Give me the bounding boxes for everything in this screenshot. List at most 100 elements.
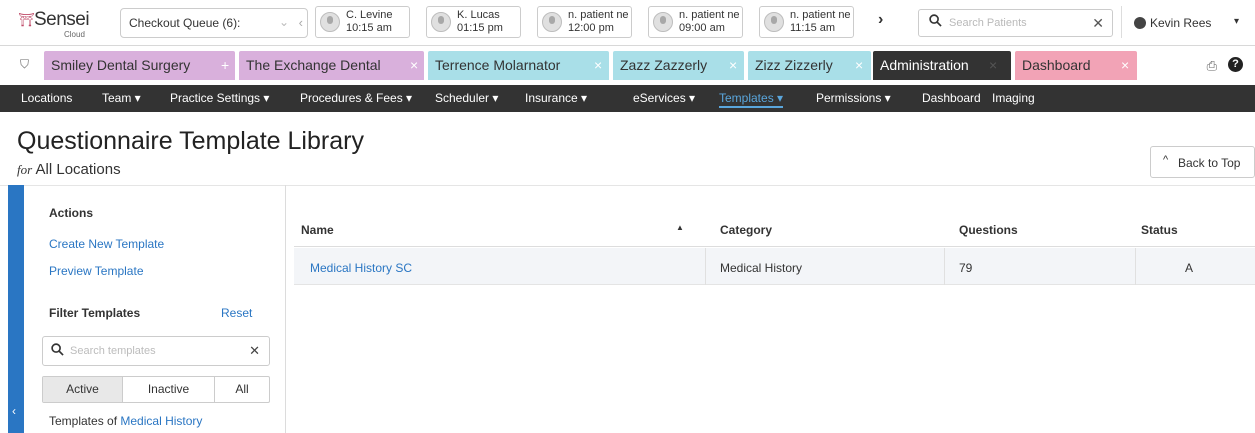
tab-close-icon[interactable]: × (729, 51, 737, 79)
chevron-right-icon[interactable]: › (878, 11, 883, 29)
user-name: Kevin Rees (1150, 16, 1212, 30)
table-header: Name ▲ Category Questions Status (294, 211, 1255, 247)
queue-patient-card[interactable]: n. patient ne 09:00 am (648, 6, 743, 38)
chevron-up-icon: ^ (1163, 154, 1169, 166)
nav-item-scheduler[interactable]: Scheduler ▾ (435, 91, 498, 105)
column-header-questions[interactable]: Questions (959, 223, 1018, 237)
search-icon (929, 14, 942, 27)
tab-administration[interactable]: Administration × (873, 51, 1011, 80)
nav-item-team[interactable]: Team ▾ (102, 91, 141, 105)
nav-item-dashboard[interactable]: Dashboard (922, 91, 981, 105)
table-row[interactable]: Medical History SC Medical History 79 A (294, 248, 1255, 285)
patient-time: 01:15 pm (457, 22, 503, 34)
patient-avatar-icon (764, 12, 784, 32)
queue-prev-arrow[interactable]: ‹ (299, 15, 303, 30)
filter-all-button[interactable]: All (215, 377, 269, 402)
checkout-queue-dropdown[interactable]: Checkout Queue (6): ⌄ ‹ (120, 8, 308, 38)
page-subtitle-for: for (17, 162, 33, 177)
user-menu[interactable]: Kevin Rees ▾ (1121, 6, 1255, 38)
tab-the-exchange-dental[interactable]: The Exchange Dental × (239, 51, 424, 80)
filter-active-button[interactable]: Active (43, 377, 123, 402)
nav-item-permissions[interactable]: Permissions ▾ (816, 91, 891, 105)
queue-patient-card[interactable]: n. patient ne 11:15 am (759, 6, 854, 38)
nav-item-locations[interactable]: Locations (21, 91, 72, 105)
patient-avatar-icon (320, 12, 340, 32)
help-icon[interactable]: ? (1228, 57, 1243, 72)
column-header-category[interactable]: Category (720, 223, 772, 237)
tab-label: The Exchange Dental (246, 57, 381, 73)
patient-name: n. patient ne (679, 9, 740, 21)
reset-filter-link[interactable]: Reset (221, 306, 252, 320)
printer-icon[interactable]: ⎙ (1207, 58, 1217, 74)
patient-avatar-icon (653, 12, 673, 32)
back-to-top-button[interactable]: ^ Back to Top (1150, 146, 1255, 178)
column-divider (944, 248, 945, 285)
template-search-input[interactable]: Search templates ✕ (42, 336, 270, 366)
checkout-queue-label: Checkout Queue (6): (129, 16, 241, 30)
template-name-link[interactable]: Medical History SC (310, 261, 412, 275)
nav-item-templates[interactable]: Templates ▾ (719, 91, 784, 108)
template-question-count: 79 (959, 261, 973, 275)
tab-smiley-dental-surgery[interactable]: Smiley Dental Surgery + (44, 51, 235, 80)
patient-search-input[interactable]: Search Patients ✕ (918, 9, 1113, 37)
patient-time: 10:15 am (346, 22, 392, 34)
column-divider (705, 248, 706, 285)
patient-time: 09:00 am (679, 22, 725, 34)
queue-patient-card[interactable]: K. Lucas 01:15 pm (426, 6, 521, 38)
patient-name: n. patient ne (568, 9, 629, 21)
tab-close-icon[interactable]: × (989, 51, 997, 79)
caret-down-icon: ▾ (1234, 16, 1240, 27)
queue-patient-card[interactable]: C. Levine 10:15 am (315, 6, 410, 38)
sensei-logo[interactable]: ⛩ Sensei Cloud (18, 8, 110, 40)
tab-close-icon[interactable]: × (855, 51, 863, 79)
patient-avatar-icon (542, 12, 562, 32)
nav-item-insurance[interactable]: Insurance ▾ (525, 91, 587, 105)
nav-item-practice-settings[interactable]: Practice Settings ▾ (170, 91, 269, 105)
tab-dashboard[interactable]: Dashboard × (1015, 51, 1137, 80)
queue-patient-card[interactable]: n. patient ne 12:00 pm (537, 6, 632, 38)
create-new-template-link[interactable]: Create New Template (49, 237, 164, 251)
preview-template-link[interactable]: Preview Template (49, 264, 144, 278)
chevron-down-icon: ⌄ (278, 15, 289, 29)
status-filter-segmented: Active Inactive All (42, 376, 270, 403)
tab-label: Administration (880, 57, 969, 73)
tab-label: Terrence Molarnator (435, 57, 561, 73)
patient-time: 11:15 am (790, 22, 836, 34)
column-header-status[interactable]: Status (1141, 223, 1178, 237)
filter-inactive-button[interactable]: Inactive (123, 377, 215, 402)
templates-of-label: Templates of (49, 414, 118, 428)
actions-heading: Actions (49, 206, 94, 220)
nav-item-procedures-fees[interactable]: Procedures & Fees ▾ (300, 91, 412, 105)
templates-of-category-link[interactable]: Medical History (120, 414, 202, 428)
sidebar-collapse-strip[interactable]: ‹ (8, 185, 24, 433)
patient-avatar-icon (431, 12, 451, 32)
nav-item-imaging[interactable]: Imaging (992, 91, 1035, 105)
tab-terrence-molarnator[interactable]: Terrence Molarnator × (428, 51, 609, 80)
column-header-name[interactable]: Name (301, 223, 334, 237)
tab-close-icon[interactable]: × (1121, 51, 1129, 79)
shield-icon: ⛉ (20, 57, 30, 71)
tab-close-icon[interactable]: × (594, 51, 602, 79)
back-to-top-label: Back to Top (1178, 156, 1241, 170)
tab-zazz-zazzerly[interactable]: Zazz Zazzerly × (613, 51, 744, 80)
patient-name: n. patient ne (790, 9, 851, 21)
tab-close-icon[interactable]: × (410, 51, 418, 79)
top-bar: ⛩ Sensei Cloud Checkout Queue (6): ⌄ ‹ C… (0, 0, 1255, 46)
column-divider (1135, 248, 1136, 285)
template-category: Medical History (720, 261, 803, 275)
search-icon (51, 343, 64, 356)
template-status: A (1185, 261, 1194, 275)
tab-label: Smiley Dental Surgery (51, 57, 191, 73)
tab-zizz-zizzerly[interactable]: Zizz Zizzerly × (748, 51, 871, 80)
sort-ascending-icon[interactable]: ▲ (676, 223, 684, 232)
page-subtitle-location: All Locations (35, 161, 121, 178)
patient-name: K. Lucas (457, 9, 500, 21)
nav-item-eservices[interactable]: eServices ▾ (633, 91, 695, 105)
tab-close-icon[interactable]: + (221, 51, 229, 79)
sensei-logo-icon: ⛩ (18, 12, 35, 27)
collapse-left-icon[interactable]: ‹ (12, 404, 16, 418)
clear-search-icon[interactable]: ✕ (1092, 15, 1104, 32)
clear-template-search-icon[interactable]: ✕ (249, 343, 260, 359)
tab-label: Zazz Zazzerly (620, 57, 708, 73)
tab-label: Dashboard (1022, 57, 1091, 73)
